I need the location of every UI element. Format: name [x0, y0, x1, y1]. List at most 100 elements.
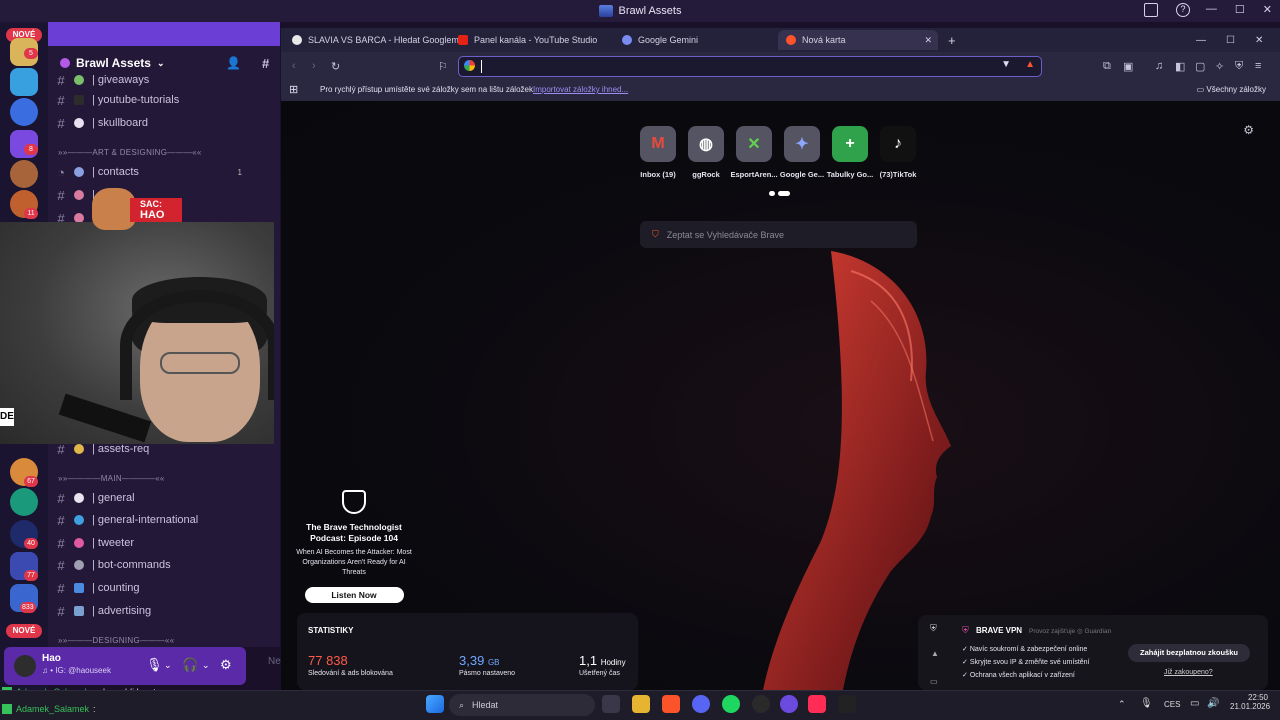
- category-art[interactable]: »»———ART & DESIGNING———««: [58, 148, 202, 157]
- page-dot[interactable]: [769, 191, 775, 196]
- media-icon[interactable]: ♫: [1155, 60, 1163, 72]
- channel-item[interactable]: # | tweeter: [56, 533, 276, 553]
- tray-chevron-icon[interactable]: ⌃: [1118, 699, 1126, 710]
- channel-item[interactable]: # | assets-req: [56, 439, 276, 459]
- microphone-icon[interactable]: 🎙: [146, 657, 163, 673]
- channel-item[interactable]: # | bot-commands: [56, 555, 276, 575]
- avatar[interactable]: [12, 653, 38, 679]
- tiktok-icon[interactable]: [808, 695, 826, 713]
- shortcut-tile[interactable]: ♪: [880, 126, 916, 162]
- close-icon[interactable]: ✕: [1263, 3, 1272, 16]
- help-icon[interactable]: ?: [1176, 3, 1190, 17]
- forward-icon[interactable]: ›: [312, 60, 316, 72]
- message-input-hint[interactable]: Ne: [268, 656, 281, 667]
- channel-item[interactable]: # | general-international: [56, 510, 276, 530]
- network-icon[interactable]: ▭: [1190, 698, 1199, 709]
- sac-badge: SAC: HAO: [130, 198, 182, 222]
- menu-icon[interactable]: ≡: [1255, 60, 1261, 72]
- listen-now-button[interactable]: Listen Now: [304, 587, 404, 603]
- bookmark-icon[interactable]: ⚐: [438, 60, 448, 73]
- new-tab-button[interactable]: +: [948, 30, 956, 50]
- taskbar-search[interactable]: ⌕ Hledat: [449, 694, 595, 716]
- tab-new-tab[interactable]: Nová karta ✕: [778, 30, 938, 50]
- card-icon: ▭: [930, 677, 938, 686]
- close-icon[interactable]: ✕: [1255, 35, 1263, 46]
- chevron-down-icon[interactable]: ⌄: [202, 660, 210, 671]
- clock-time: 22:50: [1247, 693, 1268, 702]
- category-designing[interactable]: »»———DESIGNING———««: [58, 636, 174, 645]
- hash-icon: #: [262, 55, 270, 71]
- server-icon[interactable]: [10, 160, 38, 188]
- apps-grid-icon[interactable]: ⊞: [289, 83, 298, 96]
- microphone: [58, 393, 152, 443]
- shortcut-tile[interactable]: +: [832, 126, 868, 162]
- wallet-icon[interactable]: ▢: [1195, 60, 1205, 73]
- close-tab-icon[interactable]: ✕: [924, 35, 932, 46]
- screenshot-icon[interactable]: ▣: [1123, 60, 1133, 73]
- vpn-trial-button[interactable]: Zahájit bezplatnou zkoušku: [1128, 644, 1250, 662]
- tab-youtube-studio[interactable]: Panel kanála - YouTube Studio: [458, 30, 597, 50]
- discord-taskbar-icon[interactable]: [692, 695, 710, 713]
- brave-search-box[interactable]: ⛉ Zeptat se Vyhledávače Brave: [640, 221, 917, 248]
- page-dot-active[interactable]: [778, 191, 790, 196]
- server-design-icon[interactable]: [10, 68, 38, 96]
- minimize-icon[interactable]: —: [1206, 3, 1217, 16]
- server-icon[interactable]: [10, 98, 38, 126]
- shortcut-tile[interactable]: ✦: [784, 126, 820, 162]
- brave-shields-icon[interactable]: ▼: [1001, 59, 1011, 70]
- leo-ai-icon[interactable]: ✧: [1215, 60, 1224, 73]
- obs-icon[interactable]: [752, 695, 770, 713]
- headphones-icon[interactable]: 🎧: [182, 657, 198, 673]
- maximize-icon[interactable]: ☐: [1226, 35, 1235, 46]
- chevron-down-icon[interactable]: ⌄: [164, 660, 172, 671]
- vpn-icon[interactable]: ⛨: [1235, 60, 1243, 73]
- extensions-icon[interactable]: ⧉: [1103, 60, 1111, 73]
- brave-rewards-icon[interactable]: ▲: [1025, 59, 1035, 70]
- microphone-icon[interactable]: 🎙: [1140, 698, 1153, 709]
- file-explorer-icon[interactable]: [632, 695, 650, 713]
- reload-icon[interactable]: ↻: [331, 60, 340, 73]
- channel-item[interactable]: # | counting: [56, 578, 276, 598]
- skull-icon: [74, 118, 84, 128]
- hash-icon: #: [57, 490, 65, 506]
- channel-item[interactable]: # | skullboard: [56, 113, 276, 133]
- app-icon[interactable]: [780, 695, 798, 713]
- gear-icon[interactable]: ⚙: [220, 657, 232, 673]
- windows-start-icon[interactable]: [426, 695, 444, 713]
- all-bookmarks-button[interactable]: ▭ Všechny záložky: [1197, 85, 1266, 94]
- channel-item[interactable]: # | general: [56, 488, 276, 508]
- voice-count: 1: [237, 167, 242, 177]
- language-indicator[interactable]: CES: [1164, 700, 1180, 709]
- hash-icon: #: [57, 72, 65, 88]
- task-view-icon[interactable]: [602, 695, 620, 713]
- channel-item[interactable]: # | youtube-tutorials: [56, 90, 276, 110]
- settings-gear-icon[interactable]: ⚙: [1243, 123, 1254, 137]
- tab-google-search[interactable]: SLAVIA VS BARCA - Hledat Googlem: [292, 30, 459, 50]
- already-purchased-link[interactable]: Již zakoupeno?: [1164, 669, 1213, 676]
- address-bar[interactable]: ▼ ▲: [458, 56, 1042, 77]
- speaker-icon: ◔: [57, 164, 65, 180]
- inbox-icon[interactable]: [1144, 3, 1158, 17]
- sidebar-icon[interactable]: ◧: [1175, 60, 1185, 73]
- server-c-icon[interactable]: [10, 488, 38, 516]
- add-member-icon[interactable]: 👤: [226, 56, 241, 70]
- minimize-icon[interactable]: —: [1196, 35, 1206, 46]
- shortcut-tile[interactable]: ◍: [688, 126, 724, 162]
- category-main[interactable]: »»————MAIN————««: [58, 474, 165, 483]
- shortcut-tile[interactable]: ✕: [736, 126, 772, 162]
- channel-item[interactable]: # | advertising: [56, 601, 276, 621]
- chat-user: Adamek_Salamek: [16, 704, 90, 714]
- import-bookmarks-link[interactable]: Importovat záložky ihned...: [533, 85, 628, 94]
- epic-games-icon[interactable]: [838, 695, 856, 713]
- brave-taskbar-icon[interactable]: [662, 695, 680, 713]
- tab-gemini[interactable]: Google Gemini: [622, 30, 698, 50]
- clock[interactable]: 22:50 21.01.2026: [1230, 693, 1270, 711]
- channel-item[interactable]: ◔ | contacts 1: [56, 162, 276, 182]
- maximize-icon[interactable]: ☐: [1235, 3, 1245, 16]
- channel-name: | counting: [92, 582, 140, 594]
- back-icon[interactable]: ‹: [292, 60, 296, 72]
- volume-icon[interactable]: 🔊: [1207, 698, 1219, 709]
- spotify-icon[interactable]: [722, 695, 740, 713]
- channel-item[interactable]: # | giveaways: [56, 70, 276, 90]
- shortcut-tile[interactable]: M: [640, 126, 676, 162]
